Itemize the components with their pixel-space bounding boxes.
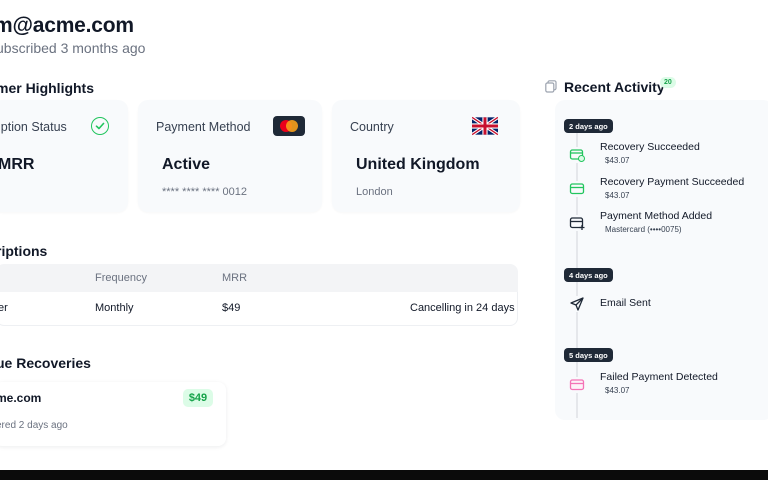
cell-plan: er	[0, 302, 8, 314]
day-pill: 2 days ago	[564, 119, 613, 133]
check-circle-icon	[91, 117, 109, 135]
uk-flag-icon	[472, 116, 498, 136]
subscriptions-title: riptions	[0, 243, 48, 259]
mastercard-icon	[273, 116, 305, 136]
subscriptions-table-header	[0, 264, 518, 292]
bottom-bar	[0, 470, 768, 480]
activity-card-detail: Mastercard (••••0075)	[605, 225, 682, 234]
day-pill: 5 days ago	[564, 348, 613, 362]
subscription-age: ubscribed 3 months ago	[0, 40, 146, 56]
day-pill: 4 days ago	[564, 268, 613, 282]
credit-card-icon	[569, 181, 585, 197]
activity-title-recovery-payment: Recovery Payment Succeeded	[600, 176, 745, 188]
country-card: Country United Kingdom London	[332, 100, 520, 212]
recovery-date: ered 2 days ago	[0, 420, 68, 431]
recovery-amount-badge: $49	[183, 389, 213, 407]
customer-email: m@acme.com	[0, 14, 134, 37]
activity-title-failed-payment: Failed Payment Detected	[600, 371, 718, 383]
card-failed-icon	[569, 377, 585, 393]
card-plus-icon	[569, 215, 585, 231]
cell-mrr: $49	[222, 302, 241, 314]
card-label: Country	[350, 120, 394, 134]
activity-icon	[545, 80, 557, 93]
activity-title-recovery-succeeded: Recovery Succeeded	[600, 141, 700, 153]
card-label: iption Status	[0, 120, 67, 134]
cell-status: Cancelling in 24 days	[410, 302, 515, 314]
cell-frequency: Monthly	[95, 302, 134, 314]
card-number: **** **** **** 0012	[162, 186, 248, 198]
payment-method-card: Payment Method Active **** **** **** 001…	[138, 100, 322, 212]
activity-title: Recent Activity	[564, 79, 665, 95]
column-header-mrr: MRR	[222, 272, 248, 284]
subscription-status-card: iption Status MRR	[0, 100, 128, 212]
activity-count-badge: 20	[660, 77, 676, 88]
activity-title-payment-method-added: Payment Method Added	[600, 210, 713, 222]
card-value: United Kingdom	[356, 156, 480, 173]
card-city: London	[356, 186, 393, 198]
activity-amount: $43.07	[605, 191, 630, 200]
activity-amount: $43.07	[605, 386, 630, 395]
send-icon	[569, 296, 585, 312]
card-check-icon	[569, 147, 585, 163]
card-label: Payment Method	[156, 120, 251, 134]
recoveries-title: ue Recoveries	[0, 355, 91, 371]
card-value: MRR	[0, 156, 35, 173]
highlights-title: mer Highlights	[0, 80, 95, 96]
activity-title-email-sent: Email Sent	[600, 297, 651, 309]
recovery-customer: me.com	[0, 391, 42, 405]
activity-amount: $43.07	[605, 156, 630, 165]
column-header-frequency: Frequency	[95, 272, 147, 284]
card-value: Active	[162, 156, 211, 173]
